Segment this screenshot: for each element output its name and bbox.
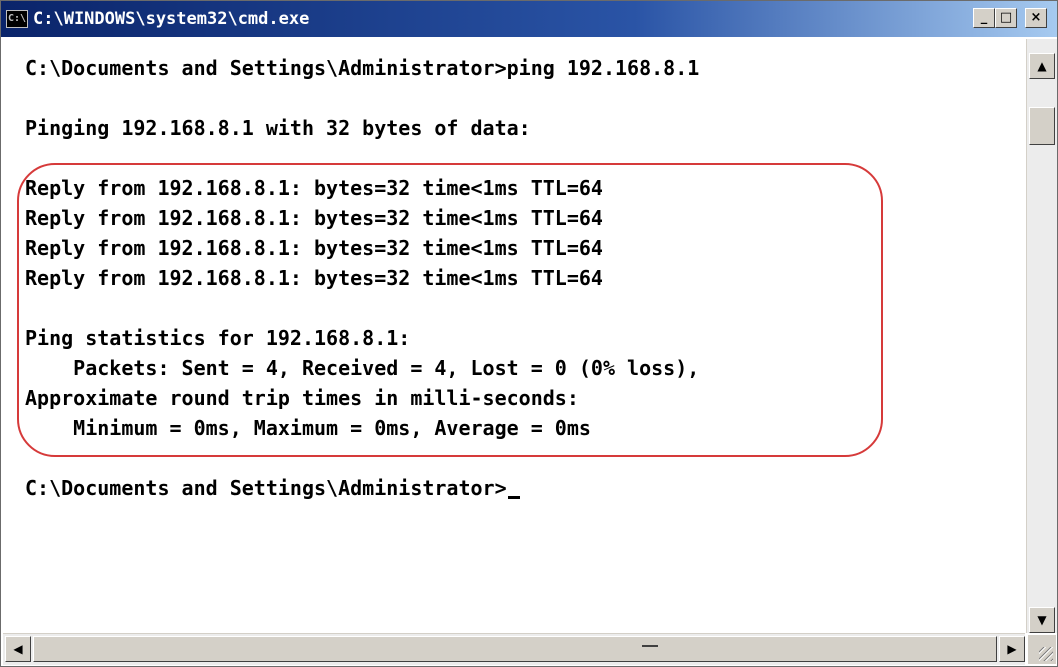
vertical-scrollbar[interactable]: ▲ ▼	[1026, 39, 1057, 633]
scroll-right-arrow-icon[interactable]: ▶	[999, 636, 1025, 662]
console-line: Reply from 192.168.8.1: bytes=32 time<1m…	[25, 236, 603, 260]
text-cursor	[507, 496, 520, 499]
horizontal-scroll-thumb[interactable]	[33, 636, 997, 662]
console-line: Packets: Sent = 4, Received = 4, Lost = …	[25, 356, 700, 380]
horizontal-scrollbar[interactable]: ◀ ▶	[3, 633, 1025, 665]
cmd-window: C:\ C:\WINDOWS\system32\cmd.exe _ □ × C:…	[0, 0, 1058, 667]
minimize-button[interactable]: _	[973, 8, 995, 28]
cmd-icon[interactable]: C:\	[6, 10, 28, 28]
scroll-up-arrow-icon[interactable]: ▲	[1029, 53, 1055, 79]
console-line: Reply from 192.168.8.1: bytes=32 time<1m…	[25, 266, 603, 290]
console-line: C:\Documents and Settings\Administrator>…	[25, 56, 700, 80]
console-line: Ping statistics for 192.168.8.1:	[25, 326, 411, 350]
prompt-text: C:\Documents and Settings\Administrator>	[25, 476, 507, 500]
window-title: C:\WINDOWS\system32\cmd.exe	[33, 9, 310, 29]
vertical-scroll-thumb[interactable]	[1029, 107, 1055, 145]
resize-grip-icon[interactable]	[1028, 635, 1056, 664]
console-line: Minimum = 0ms, Maximum = 0ms, Average = …	[25, 416, 591, 440]
console-line: Pinging 192.168.8.1 with 32 bytes of dat…	[25, 116, 531, 140]
title-bar[interactable]: C:\ C:\WINDOWS\system32\cmd.exe _ □ ×	[1, 1, 1057, 37]
console-output[interactable]: C:\Documents and Settings\Administrator>…	[9, 41, 1024, 631]
thumb-grip-icon	[642, 645, 658, 647]
close-button[interactable]: ×	[1025, 8, 1047, 28]
console-line: Approximate round trip times in milli-se…	[25, 386, 579, 410]
maximize-button[interactable]: □	[995, 8, 1017, 28]
scroll-down-arrow-icon[interactable]: ▼	[1029, 607, 1055, 633]
scroll-left-arrow-icon[interactable]: ◀	[5, 636, 31, 662]
prompt-line[interactable]: C:\Documents and Settings\Administrator>	[25, 473, 520, 503]
console-line: Reply from 192.168.8.1: bytes=32 time<1m…	[25, 206, 603, 230]
console-line: Reply from 192.168.8.1: bytes=32 time<1m…	[25, 176, 603, 200]
